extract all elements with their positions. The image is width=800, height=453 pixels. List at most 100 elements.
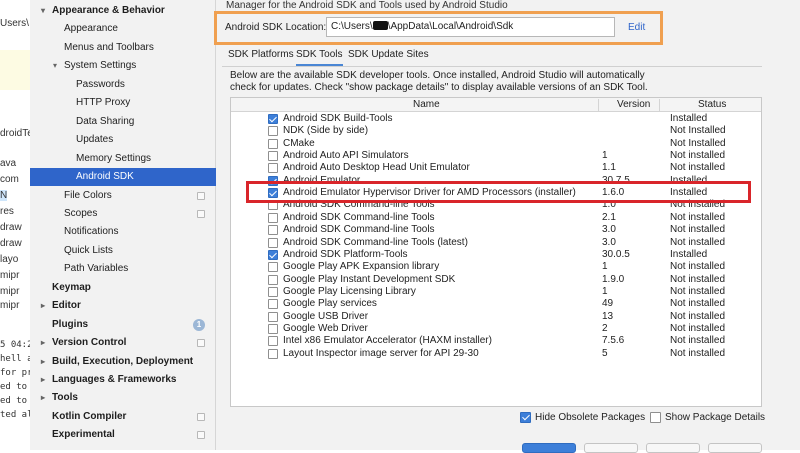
package-checkbox[interactable] [268, 262, 278, 273]
expand-down-icon[interactable]: ▾ [38, 2, 48, 20]
sidebar-item-plugins[interactable]: Plugins 1 [30, 316, 216, 334]
package-checkbox[interactable] [268, 274, 278, 285]
package-checkbox[interactable] [268, 212, 278, 223]
sidebar-item-version-control[interactable]: ▸ Version Control [30, 334, 216, 352]
sidebar-item-memory-settings[interactable]: Memory Settings [30, 150, 216, 168]
sidebar-item-label: Tools [52, 392, 78, 404]
sidebar-item-label: Build, Execution, Deployment [52, 355, 194, 367]
sidebar-item-appearance-behavior[interactable]: ▾ Appearance & Behavior [30, 2, 216, 20]
package-checkbox[interactable] [268, 323, 278, 334]
tab-sdk-update-sites[interactable]: SDK Update Sites [348, 48, 429, 66]
expand-right-icon[interactable]: ▸ [38, 371, 48, 389]
table-row[interactable]: Android Auto Desktop Head Unit Emulator 1… [231, 162, 761, 174]
sidebar-item-notifications[interactable]: Notifications [30, 223, 216, 241]
package-checkbox[interactable] [268, 336, 278, 347]
package-name: Android Auto Desktop Head Unit Emulator [283, 162, 470, 174]
table-row[interactable]: NDK (Side by side) Not Installed [231, 125, 761, 137]
package-status: Not installed [670, 298, 726, 310]
project-level-icon [197, 209, 205, 218]
package-checkbox[interactable] [268, 225, 278, 236]
sidebar-item-http-proxy[interactable]: HTTP Proxy [30, 94, 216, 112]
package-checkbox[interactable] [268, 237, 278, 248]
sidebar-item-file-colors[interactable]: File Colors [30, 187, 216, 205]
hide-obsolete-checkbox[interactable] [520, 412, 531, 423]
package-checkbox[interactable] [268, 311, 278, 322]
package-checkbox[interactable] [268, 286, 278, 297]
sidebar-item-keymap[interactable]: Keymap [30, 279, 216, 297]
sidebar-item-quick-lists[interactable]: Quick Lists [30, 242, 216, 260]
table-row[interactable]: Android SDK Build-Tools Installed [231, 113, 761, 125]
package-checkbox[interactable] [268, 299, 278, 310]
show-details-checkbox[interactable] [650, 412, 661, 423]
table-row[interactable]: Google Play Licensing Library 1 Not instal… [231, 286, 761, 298]
expand-right-icon[interactable]: ▸ [38, 353, 48, 371]
sidebar-item-build-execution-deployment[interactable]: ▸ Build, Execution, Deployment [30, 353, 216, 371]
package-version: 7.5.6 [602, 335, 625, 347]
table-row[interactable]: Android SDK Command-line Tools 3.0 Not ins… [231, 224, 761, 236]
package-name: Android SDK Platform-Tools [283, 248, 408, 260]
package-checkbox[interactable] [268, 138, 278, 149]
sidebar-item-editor[interactable]: ▸ Editor [30, 297, 216, 315]
sidebar-item-passwords[interactable]: Passwords [30, 76, 216, 94]
sidebar-item-languages-frameworks[interactable]: ▸ Languages & Frameworks [30, 371, 216, 389]
apply-button[interactable] [646, 443, 700, 453]
project-tree-fragment: Users\ [0, 18, 29, 29]
sidebar-item-android-sdk[interactable]: Android SDK [30, 168, 216, 187]
table-row[interactable]: Layout Inspector image server for API 29… [231, 348, 761, 360]
hypervisor-row-highlight-box [246, 181, 751, 203]
sidebar-item-label: System Settings [64, 60, 137, 72]
header-version[interactable]: Version [617, 98, 650, 111]
sidebar-item-path-variables[interactable]: Path Variables [30, 260, 216, 278]
sidebar-item-system-settings[interactable]: ▾ System Settings [30, 57, 216, 75]
sidebar-item-tools[interactable]: ▸ Tools [30, 389, 216, 407]
sidebar-item-updates[interactable]: Updates [30, 131, 216, 149]
package-version: 30.0.5 [602, 248, 630, 260]
sidebar-item-label: Updates [76, 134, 114, 146]
table-row[interactable]: Google Play services 49 Not installed [231, 298, 761, 310]
package-checkbox[interactable] [268, 114, 278, 124]
tab-sdk-platforms[interactable]: SDK Platforms [228, 48, 294, 66]
sdk-tools-table[interactable]: Name Version Status Android SDK Build-To… [230, 97, 762, 407]
update-count-badge: 1 [193, 318, 205, 331]
expand-down-icon[interactable]: ▾ [50, 57, 60, 75]
help-button[interactable] [708, 443, 762, 453]
package-version: 1 [602, 150, 608, 162]
sidebar-item-label: Keymap [52, 281, 91, 293]
expand-right-icon[interactable]: ▸ [38, 297, 48, 315]
sidebar-item-label: Data Sharing [76, 115, 135, 127]
expand-right-icon[interactable]: ▸ [38, 389, 48, 407]
sidebar-item-label: Quick Lists [64, 244, 113, 256]
project-tree-fragment: mipr [0, 300, 20, 311]
header-status[interactable]: Status [698, 98, 726, 111]
table-row[interactable]: CMake Not Installed [231, 138, 761, 150]
package-checkbox[interactable] [268, 151, 278, 162]
table-row[interactable]: Google Play Instant Development SDK 1.9.0… [231, 274, 761, 286]
cancel-button[interactable] [584, 443, 638, 453]
ok-button[interactable] [522, 443, 576, 453]
package-checkbox[interactable] [268, 163, 278, 174]
project-tree-fragment: draw [0, 222, 22, 233]
table-row[interactable]: Android SDK Command-line Tools 2.1 Not ins… [231, 212, 761, 224]
sidebar-item-label: Android SDK [76, 171, 134, 183]
expand-right-icon[interactable]: ▸ [38, 334, 48, 352]
tab-sdk-tools[interactable]: SDK Tools [296, 48, 343, 66]
package-checkbox[interactable] [268, 348, 278, 359]
sidebar-item-experimental[interactable]: Experimental [30, 426, 216, 444]
package-checkbox[interactable] [268, 126, 278, 137]
table-row[interactable]: Android Auto API Simulators 1 Not installe… [231, 150, 761, 162]
sidebar-item-scopes[interactable]: Scopes [30, 205, 216, 223]
sidebar-item-kotlin-compiler[interactable]: Kotlin Compiler [30, 408, 216, 426]
table-row[interactable]: Google USB Driver 13 Not installed [231, 311, 761, 323]
table-row[interactable]: Google Play APK Expansion library 1 Not in… [231, 261, 761, 273]
table-row[interactable]: Android SDK Command-line Tools (latest) 3… [231, 237, 761, 249]
header-name[interactable]: Name [413, 98, 440, 111]
package-status: Not installed [670, 335, 726, 347]
package-checkbox[interactable] [268, 249, 278, 260]
table-row[interactable]: Google Web Driver 2 Not installed [231, 323, 761, 335]
settings-sidebar[interactable]: ▾ Appearance & Behavior Appearance Menus an… [30, 0, 216, 450]
table-row[interactable]: Android SDK Platform-Tools 30.0.5 Installe… [231, 248, 761, 261]
sidebar-item-menus-and-toolbars[interactable]: Menus and Toolbars [30, 39, 216, 57]
sidebar-item-data-sharing[interactable]: Data Sharing [30, 113, 216, 131]
table-row[interactable]: Intel x86 Emulator Accelerator (HAXM ins… [231, 335, 761, 347]
sidebar-item-appearance[interactable]: Appearance [30, 20, 216, 38]
